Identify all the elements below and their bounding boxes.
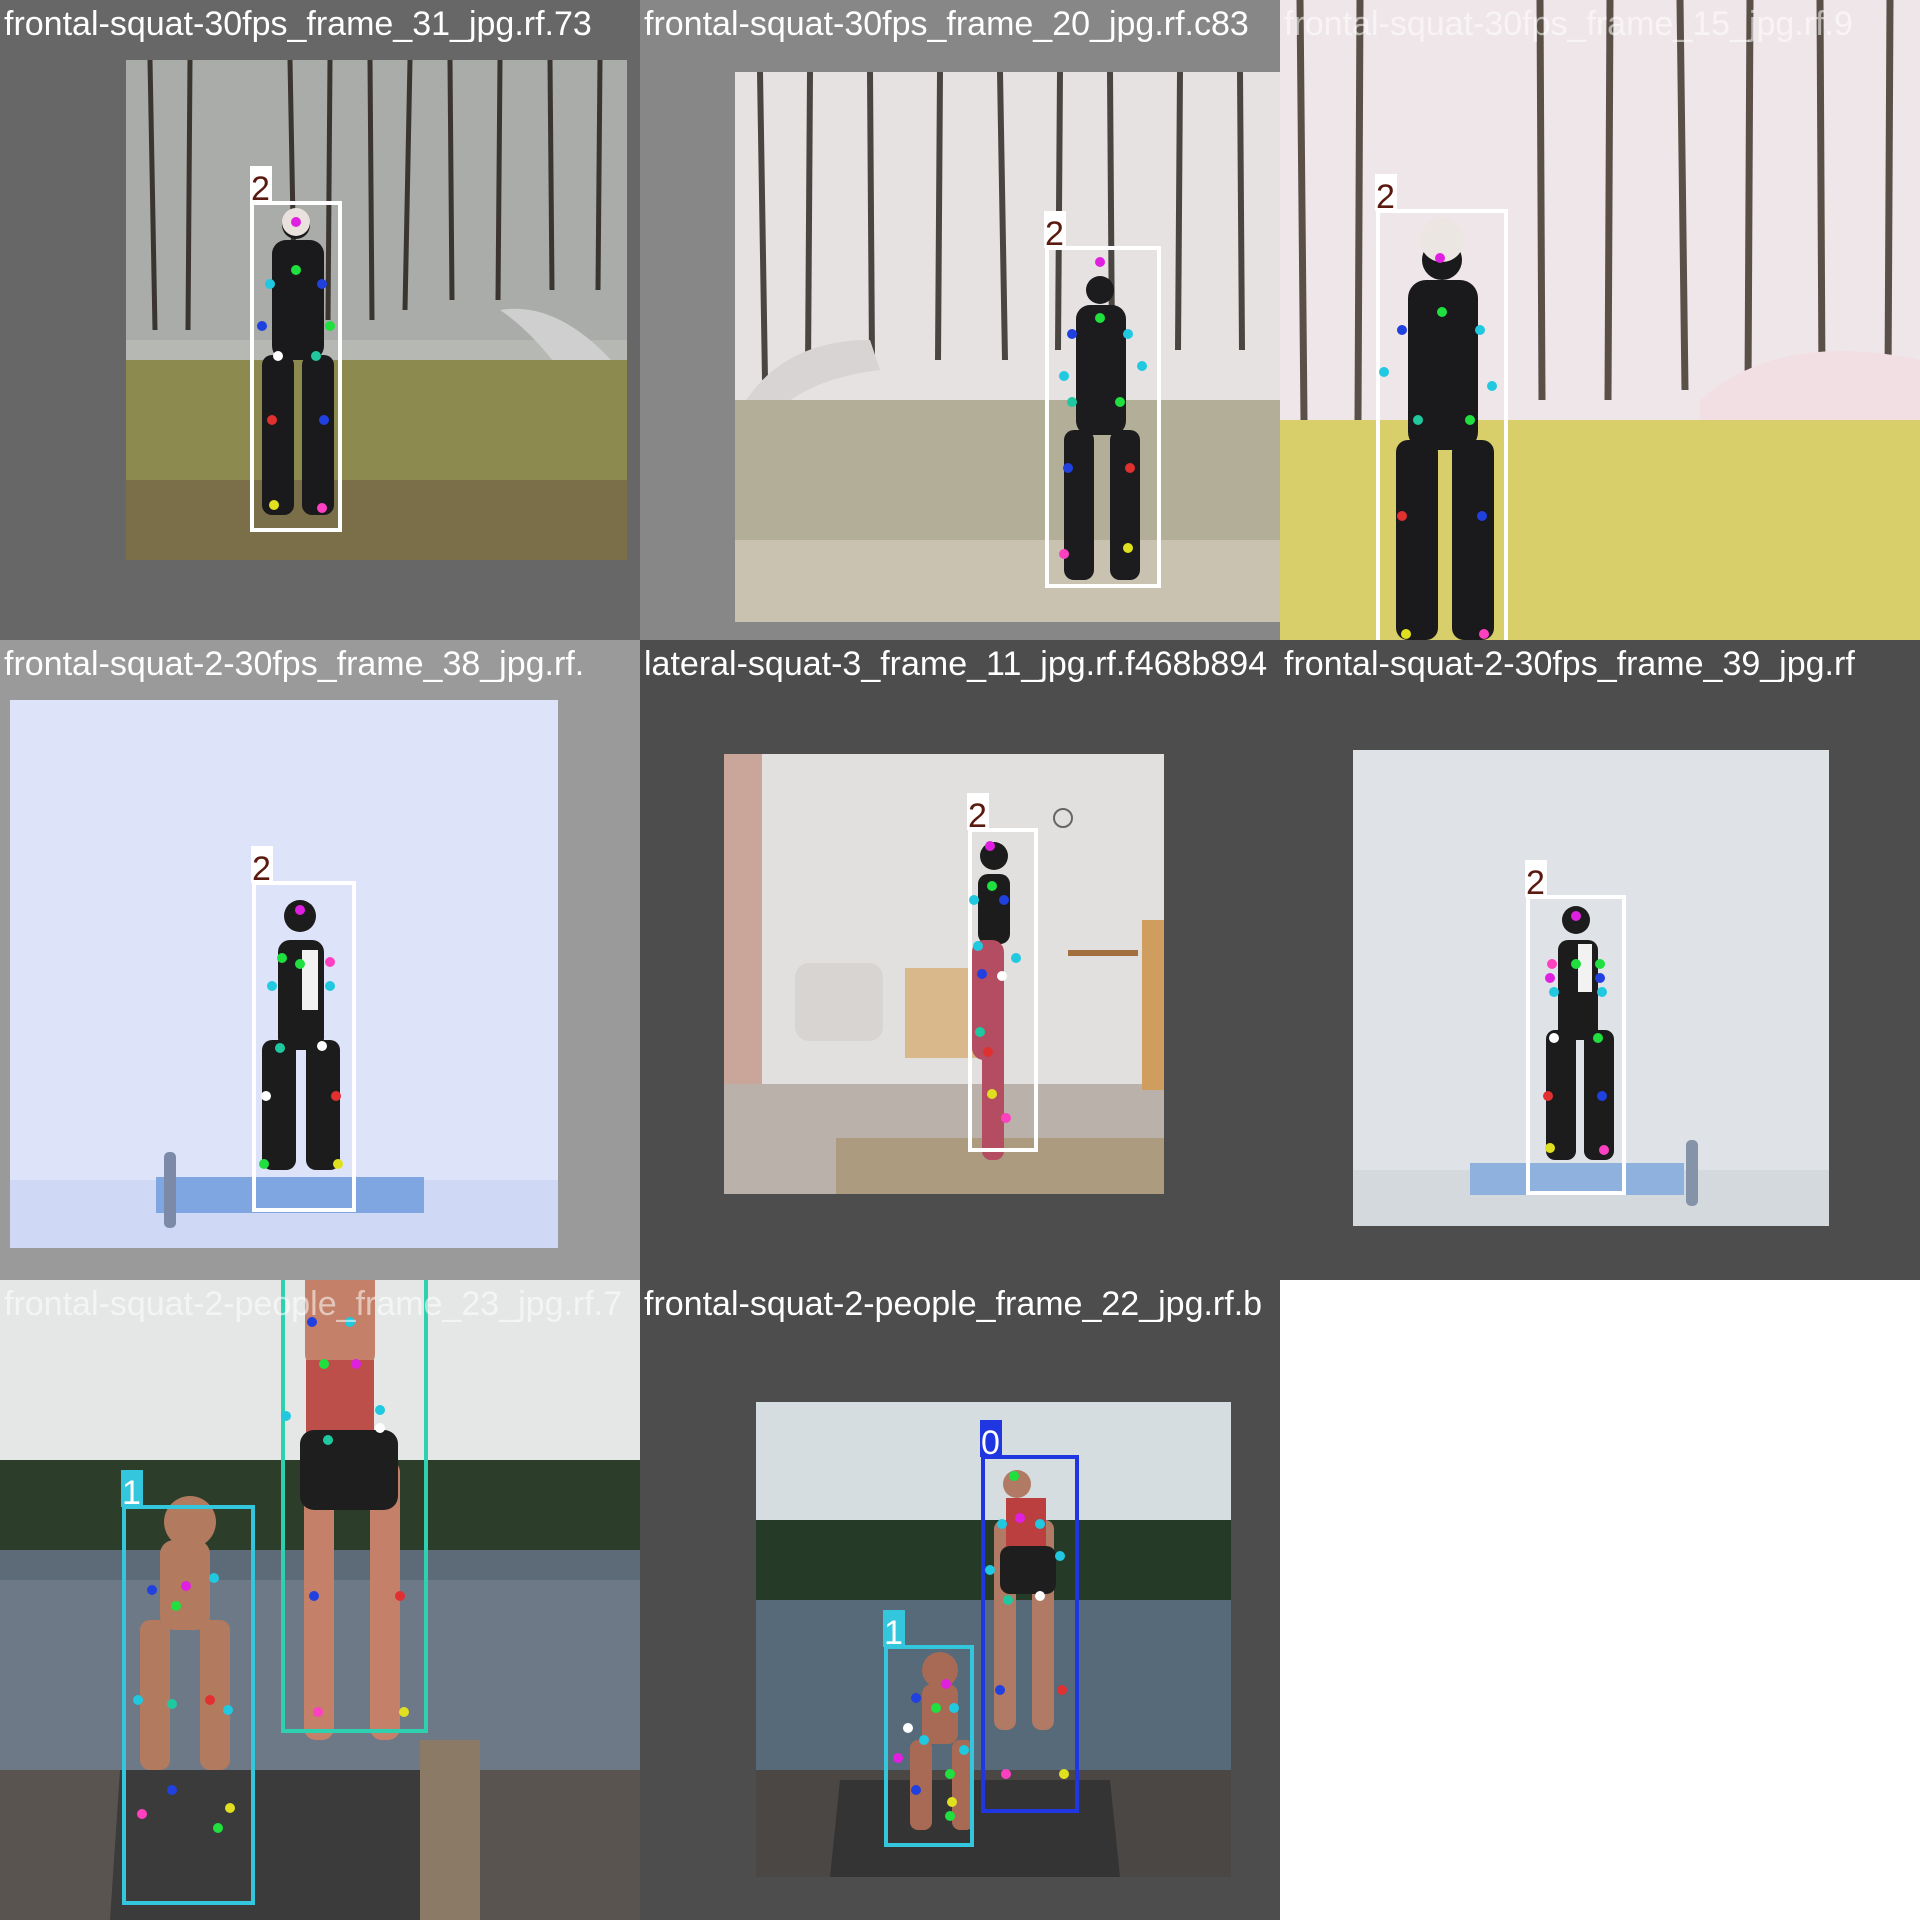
box-class-label: 2: [1526, 864, 1545, 902]
box-class-label: 3: [281, 1280, 300, 1282]
box-class-label: 1: [122, 1474, 141, 1512]
mosaic-tile-2: 2 frontal-squat-30fps_frame_20_jpg.rf.c8…: [640, 0, 1280, 640]
photo-living-room-squat: 2: [724, 754, 1164, 1194]
mosaic-tile-1: 2 frontal-squat-30fps_frame_31_jpg.rf.73: [0, 0, 640, 640]
photo-studio-squat-2: 2: [1353, 750, 1829, 1226]
mosaic-tile-6: 2 frontal-squat-2-30fps_frame_39_jpg.rf: [1280, 640, 1920, 1280]
box-class-label: 2: [252, 850, 271, 888]
box-class-label: 0: [981, 1424, 1000, 1462]
mosaic-tile-4: 2 frontal-squat-2-30fps_frame_38_jpg.rf.: [0, 640, 640, 1280]
box-class-label: 2: [968, 797, 987, 835]
box-class-label: 2: [1376, 178, 1395, 216]
mosaic-tile-8: 0 1 frontal-squat-2-people_frame_22_jpg.…: [640, 1280, 1280, 1920]
box-class-label: 2: [251, 170, 270, 208]
photo-studio-squat-1: 2: [10, 700, 558, 1248]
photo-lake-pier-squat-1: 3 1: [0, 1280, 640, 1920]
mosaic-tile-7: 3 1 frontal-squat-2-people_frame_23_jpg.…: [0, 1280, 640, 1920]
photo-forest-squat-2: 2: [735, 71, 1280, 622]
photo-lake-pier-squat-2: 0 1: [756, 1402, 1231, 1877]
photo-forest-squat-1: 2: [126, 59, 627, 560]
box-class-label: 2: [1045, 215, 1064, 253]
mosaic-tile-5: 2 lateral-squat-3_frame_11_jpg.rf.f468b8…: [640, 640, 1280, 1280]
photo-forest-squat-3: 2: [1280, 0, 1920, 640]
mosaic-tile-3: 2 frontal-squat-30fps_frame_15_jpg.rf.9: [1280, 0, 1920, 640]
box-class-label: 1: [884, 1614, 903, 1652]
